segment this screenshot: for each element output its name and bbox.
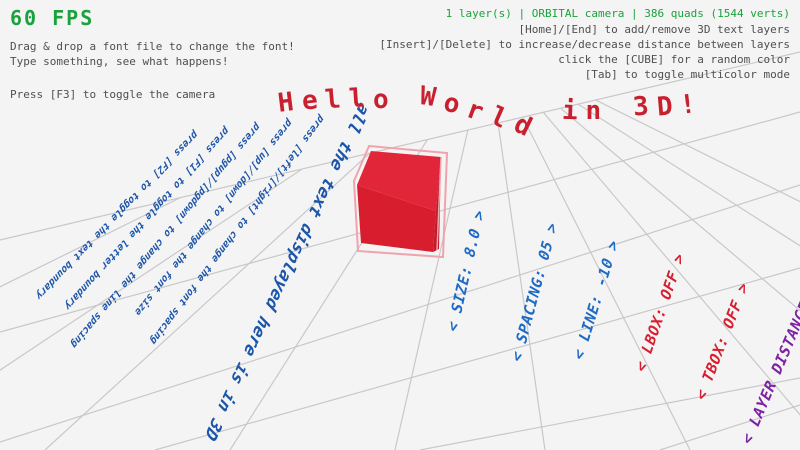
- headline-letter: [609, 94, 626, 125]
- headline-letter: !: [678, 89, 697, 121]
- headline-letter: l: [348, 83, 366, 114]
- hint-add-remove-layers: [Home]/[End] to add/remove 3D text layer…: [379, 22, 790, 37]
- headline-letter: [396, 86, 412, 116]
- headline-letter: 3: [632, 91, 650, 122]
- cube[interactable]: [354, 146, 447, 257]
- headline-3d-text: Hello World in 3D!: [278, 94, 704, 124]
- headline-letter: o: [372, 85, 389, 116]
- headline-letter: W: [418, 81, 438, 113]
- fps-counter: 60 FPS: [10, 6, 295, 30]
- hint-cube-random-color: click the [CUBE] for a random color: [379, 52, 790, 67]
- hint-toggle-camera: Press [F3] to toggle the camera: [10, 87, 295, 102]
- headline-letter: n: [586, 96, 602, 126]
- hud-right: 1 layer(s) | ORBITAL camera | 386 quads …: [379, 6, 790, 82]
- demo-viewport[interactable]: press [F2] to toggle the text boundarypr…: [0, 0, 800, 450]
- hint-drag-drop-font: Drag & drop a font file to change the fo…: [10, 39, 295, 54]
- headline-letter: e: [300, 85, 319, 116]
- hint-type-something: Type something, see what happens!: [10, 54, 295, 69]
- headline-letter: D: [655, 91, 673, 122]
- status-line: 1 layer(s) | ORBITAL camera | 386 quads …: [379, 6, 790, 22]
- headline-letter: r: [463, 94, 488, 128]
- headline-letter: l: [324, 84, 342, 115]
- hud-left: 60 FPS Drag & drop a font file to change…: [10, 6, 295, 102]
- headline-letter: i: [561, 96, 578, 127]
- hint-multicolor-mode: [Tab] to toggle multicolor mode: [379, 67, 790, 82]
- hint-layer-distance: [Insert]/[Delete] to increase/decrease d…: [379, 37, 790, 52]
